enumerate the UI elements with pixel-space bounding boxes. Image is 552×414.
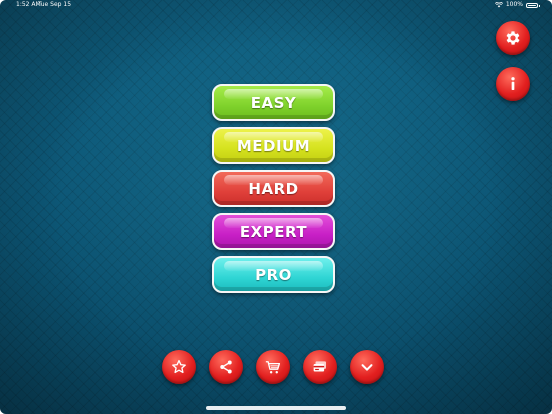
- shop-button[interactable]: [256, 350, 290, 384]
- status-date: Tue Sep 15: [38, 1, 72, 8]
- chevron-down-icon: [361, 364, 373, 371]
- status-indicators: 100%: [494, 0, 540, 10]
- info-icon: [511, 77, 515, 90]
- expert-button[interactable]: EXPERT: [212, 213, 335, 250]
- card-icon: [313, 361, 326, 372]
- game-screen: 1:52 AM Tue Sep 15 100% EASY MEDIUM HARD…: [0, 0, 552, 414]
- wifi-icon: [494, 2, 503, 8]
- medium-label: MEDIUM: [236, 136, 311, 155]
- easy-button[interactable]: EASY: [212, 84, 335, 121]
- share-icon: [220, 360, 232, 374]
- purchase-button[interactable]: [303, 350, 337, 384]
- pro-button[interactable]: PRO: [212, 256, 335, 293]
- home-indicator[interactable]: [206, 406, 346, 410]
- more-button[interactable]: [350, 350, 384, 384]
- hard-label: HARD: [248, 179, 299, 198]
- easy-label: EASY: [250, 93, 297, 112]
- battery-icon: [526, 2, 540, 8]
- hard-button[interactable]: HARD: [212, 170, 335, 207]
- pro-label: PRO: [255, 265, 292, 284]
- status-time: 1:52 AM: [16, 1, 41, 8]
- expert-label: EXPERT: [239, 222, 308, 241]
- info-button[interactable]: [496, 67, 530, 101]
- share-button[interactable]: [209, 350, 243, 384]
- battery-percent: 100%: [505, 1, 523, 8]
- status-bar: 1:52 AM Tue Sep 15 100%: [0, 0, 552, 10]
- cart-icon: [265, 361, 281, 374]
- favorite-button[interactable]: [162, 350, 196, 384]
- gear-icon: [506, 31, 520, 45]
- medium-button[interactable]: MEDIUM: [212, 127, 335, 164]
- settings-button[interactable]: [496, 21, 530, 55]
- star-icon: [172, 359, 186, 374]
